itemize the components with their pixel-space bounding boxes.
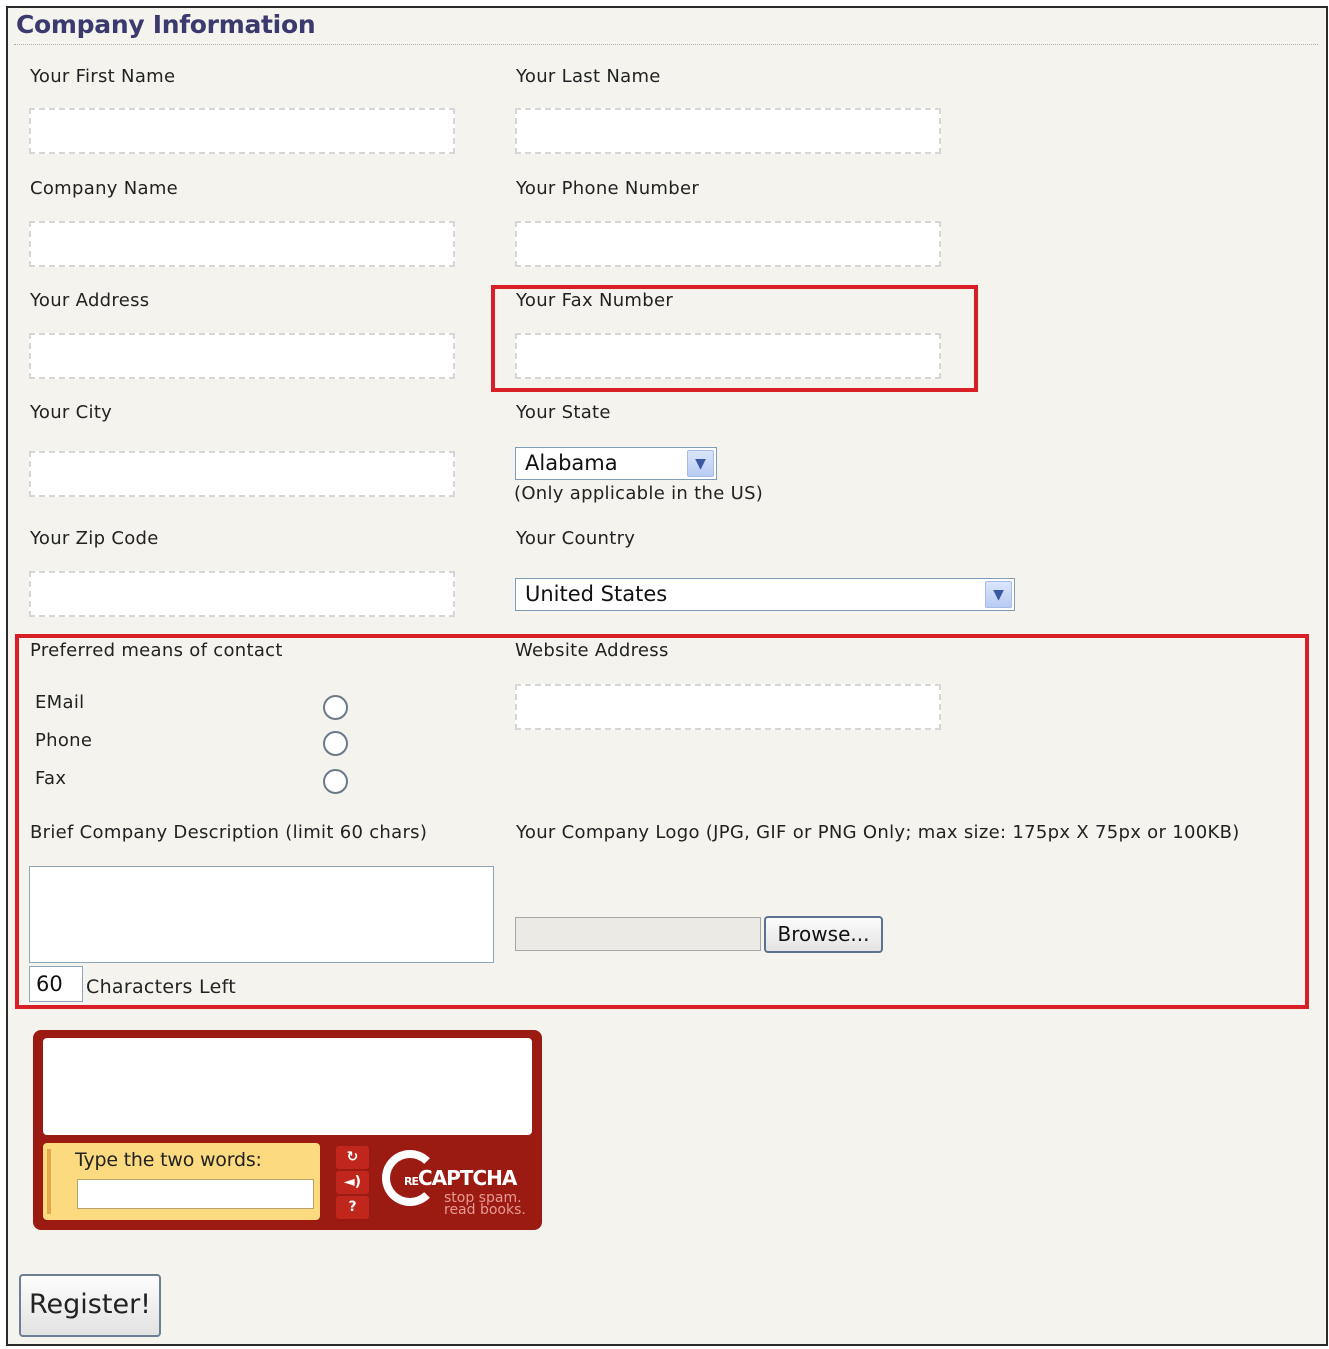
company-name-label: Company Name bbox=[30, 178, 179, 199]
zip-input[interactable] bbox=[29, 571, 455, 617]
state-note: (Only applicable in the US) bbox=[514, 483, 764, 504]
refresh-icon[interactable]: ↻ bbox=[336, 1146, 369, 1169]
city-input[interactable] bbox=[29, 451, 455, 497]
country-select[interactable]: United States ▼ bbox=[515, 578, 1015, 611]
fax-input[interactable] bbox=[515, 333, 941, 379]
browse-button[interactable]: Browse... bbox=[764, 916, 883, 953]
phone-input[interactable] bbox=[515, 221, 941, 267]
state-select[interactable]: Alabama ▼ bbox=[515, 447, 717, 480]
register-button[interactable]: Register! bbox=[19, 1274, 161, 1337]
captcha-entry-panel: Type the two words: bbox=[43, 1143, 320, 1220]
captcha-prompt: Type the two words: bbox=[75, 1149, 262, 1171]
recaptcha-brand: RECAPTCHA bbox=[404, 1166, 517, 1190]
captcha-response-input[interactable] bbox=[77, 1179, 314, 1209]
recaptcha-logo: RECAPTCHA stop spam. read books. bbox=[382, 1146, 532, 1224]
zip-label: Your Zip Code bbox=[30, 528, 159, 549]
arrow-down-icon bbox=[47, 1149, 65, 1214]
title-divider bbox=[14, 44, 1318, 45]
chevron-down-icon[interactable]: ▼ bbox=[985, 581, 1012, 608]
contact-phone-radio[interactable] bbox=[323, 731, 348, 756]
last-name-input[interactable] bbox=[515, 108, 941, 154]
help-icon[interactable]: ? bbox=[336, 1196, 369, 1219]
section-title: Company Information bbox=[16, 10, 316, 39]
captcha-image bbox=[43, 1038, 532, 1135]
website-label: Website Address bbox=[515, 640, 669, 661]
city-label: Your City bbox=[30, 402, 113, 423]
website-input[interactable] bbox=[515, 684, 941, 730]
fax-label: Your Fax Number bbox=[516, 290, 674, 311]
chars-left-label: Characters Left bbox=[86, 976, 236, 998]
country-select-value: United States bbox=[525, 582, 668, 606]
contact-option-fax-label: Fax bbox=[35, 768, 67, 789]
contact-email-radio[interactable] bbox=[323, 695, 348, 720]
state-label: Your State bbox=[516, 402, 611, 423]
contact-option-email-label: EMail bbox=[35, 692, 85, 713]
state-select-value: Alabama bbox=[525, 451, 618, 475]
logo-label: Your Company Logo (JPG, GIF or PNG Only;… bbox=[516, 822, 1240, 843]
address-input[interactable] bbox=[29, 333, 455, 379]
last-name-label: Your Last Name bbox=[516, 66, 661, 87]
recaptcha-tagline-2: read books. bbox=[444, 1202, 526, 1218]
audio-icon[interactable]: ◄) bbox=[336, 1171, 369, 1194]
logo-file-path[interactable] bbox=[515, 917, 761, 951]
first-name-label: Your First Name bbox=[30, 66, 176, 87]
description-label: Brief Company Description (limit 60 char… bbox=[30, 822, 428, 843]
country-label: Your Country bbox=[516, 528, 636, 549]
recaptcha-widget: Type the two words: ↻ ◄) ? RECAPTCHA sto… bbox=[33, 1030, 542, 1230]
contact-fax-radio[interactable] bbox=[323, 769, 348, 794]
first-name-input[interactable] bbox=[29, 108, 455, 154]
address-label: Your Address bbox=[30, 290, 150, 311]
description-textarea[interactable] bbox=[29, 866, 494, 963]
company-name-input[interactable] bbox=[29, 221, 455, 267]
phone-label: Your Phone Number bbox=[516, 178, 700, 199]
contact-option-phone-label: Phone bbox=[35, 730, 93, 751]
chevron-down-icon[interactable]: ▼ bbox=[687, 450, 714, 477]
contact-label: Preferred means of contact bbox=[30, 640, 283, 661]
chars-left-counter: 60 bbox=[29, 966, 83, 1002]
